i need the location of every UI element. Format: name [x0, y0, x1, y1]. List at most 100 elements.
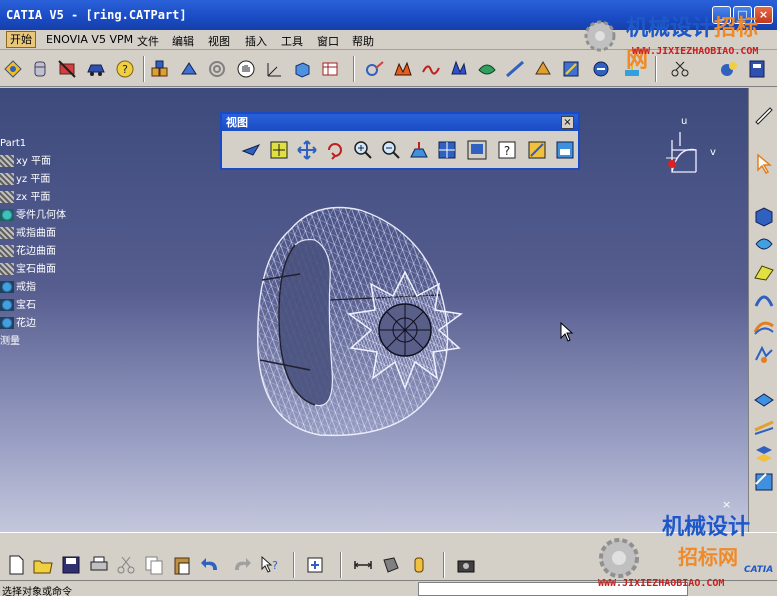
table-icon[interactable] — [318, 57, 342, 81]
menu-tools[interactable]: 工具 — [281, 33, 303, 49]
update-icon[interactable] — [303, 553, 327, 577]
multi-view-icon[interactable] — [436, 139, 460, 163]
save-icon[interactable] — [59, 553, 83, 577]
extrude-icon[interactable] — [752, 204, 776, 228]
rotate-icon[interactable] — [324, 139, 348, 163]
tree-node-zx-plane[interactable]: zx 平面 — [0, 190, 50, 206]
body-icon — [0, 299, 14, 311]
axis-icon[interactable] — [262, 57, 286, 81]
ring-model[interactable] — [240, 200, 480, 450]
tree-node-part-body[interactable]: 零件几何体 — [0, 208, 66, 224]
cut-icon[interactable] — [114, 553, 138, 577]
capture-icon[interactable] — [454, 553, 478, 577]
tree-node-lace-surface[interactable]: 花边曲面 — [0, 244, 56, 260]
view-toolbar-close-button[interactable]: × — [561, 116, 574, 129]
print-icon[interactable] — [87, 553, 111, 577]
tree-node-gem-surface[interactable]: 宝石曲面 — [0, 262, 56, 278]
watermark-bottom: 机械设计 招标网 WWW.JIXIEZHAOBIAO.COM CATIA — [592, 505, 777, 593]
3d-viewport[interactable]: Part1 xy 平面 yz 平面 zx 平面 零件几何体 戒指曲面 花边曲面 … — [0, 88, 748, 532]
box-icon[interactable] — [290, 57, 314, 81]
render-mode-icon[interactable] — [526, 139, 550, 163]
fit-all-icon[interactable] — [268, 139, 292, 163]
tree-node-yz-plane[interactable]: yz 平面 — [0, 172, 50, 188]
plane-icon — [0, 155, 14, 167]
measure-item-icon[interactable] — [379, 553, 403, 577]
paste-icon[interactable] — [170, 553, 194, 577]
menu-window[interactable]: 窗口 — [317, 33, 339, 49]
undo-icon[interactable] — [198, 553, 222, 577]
hide-show-icon[interactable]: ? — [496, 139, 520, 163]
tree-node-ring-surface[interactable]: 戒指曲面 — [0, 226, 56, 242]
pan-icon[interactable] — [296, 139, 320, 163]
zoom-out-icon[interactable] — [380, 139, 404, 163]
tree-node-part[interactable]: Part1 — [0, 136, 26, 152]
fillet-icon[interactable] — [752, 442, 776, 466]
menu-file[interactable]: 文件 — [137, 33, 159, 49]
whats-this-icon[interactable]: ? — [258, 553, 282, 577]
catia-label: CATIA — [744, 565, 774, 575]
view-toolbar-title[interactable]: 视图 — [222, 114, 578, 131]
measure-icon[interactable] — [363, 57, 387, 81]
chamfer-icon[interactable] — [752, 470, 776, 494]
menu-insert[interactable]: 插入 — [245, 33, 267, 49]
open-file-icon[interactable] — [31, 553, 55, 577]
sweep-icon[interactable] — [752, 260, 776, 284]
watermark-top: 机械设计招标网 WWW.JIXIEZHAOBIAO.COM — [580, 6, 777, 73]
tree-node-measure[interactable]: 测量 — [0, 334, 20, 350]
highlight-icon[interactable] — [531, 57, 555, 81]
toolbar-separator — [143, 56, 145, 82]
watermark-logo-icon — [584, 20, 616, 52]
right-toolbar — [748, 88, 777, 532]
body-icon — [0, 281, 14, 293]
part-body-icon[interactable] — [148, 57, 172, 81]
cut-shape-icon[interactable] — [55, 57, 79, 81]
offset-icon[interactable] — [752, 386, 776, 410]
loft-icon[interactable] — [752, 286, 776, 310]
reflect-line-icon[interactable] — [503, 57, 527, 81]
zoom-in-icon[interactable] — [352, 139, 376, 163]
surface-analysis-icon[interactable] — [391, 57, 415, 81]
watermark-bottom-url: WWW.JIXIEZHAOBIAO.COM — [598, 578, 725, 589]
compass[interactable]: u v — [652, 116, 722, 186]
svg-text:?: ? — [272, 559, 278, 572]
sketch-icon[interactable] — [1, 57, 25, 81]
geo-set-icon — [0, 227, 14, 239]
tree-node-gem[interactable]: 宝石 — [0, 298, 36, 314]
redo-icon[interactable] — [230, 553, 254, 577]
curvature-icon[interactable] — [419, 57, 443, 81]
normal-view-icon[interactable] — [408, 139, 432, 163]
view-toolbar[interactable]: 视图 × ? — [220, 112, 580, 170]
hand-icon[interactable] — [234, 57, 258, 81]
vehicle-icon[interactable] — [84, 57, 108, 81]
geo-set-icon — [0, 263, 14, 275]
menu-enovia[interactable]: ENOVIA V5 VPM — [46, 33, 133, 46]
measure-between-icon[interactable] — [351, 553, 375, 577]
blend-icon[interactable] — [752, 314, 776, 338]
tree-node-ring[interactable]: 戒指 — [0, 280, 36, 296]
menu-help[interactable]: 帮助 — [352, 33, 374, 49]
toolbar-separator — [353, 56, 355, 82]
help-what-icon[interactable]: ? — [113, 57, 137, 81]
menu-start[interactable]: 开始 — [6, 31, 36, 48]
porcupine-icon[interactable] — [447, 57, 471, 81]
toolbar-separator — [340, 552, 342, 578]
select-arrow-icon[interactable] — [752, 152, 776, 176]
new-file-icon[interactable] — [4, 553, 28, 577]
draft-analysis-icon[interactable] — [475, 57, 499, 81]
fly-mode-icon[interactable] — [240, 139, 264, 163]
tree-node-xy-plane[interactable]: xy 平面 — [0, 154, 51, 170]
pen-icon[interactable] — [752, 102, 776, 126]
fill-icon[interactable] — [752, 342, 776, 366]
menu-edit[interactable]: 编辑 — [172, 33, 194, 49]
revolve-icon[interactable] — [752, 232, 776, 256]
cylinder-icon[interactable] — [28, 57, 52, 81]
axis-system-icon[interactable] — [177, 57, 201, 81]
measure-inertia-icon[interactable] — [407, 553, 431, 577]
spiral-icon[interactable] — [205, 57, 229, 81]
menu-view[interactable]: 视图 — [208, 33, 230, 49]
quick-view-icon[interactable] — [466, 139, 490, 163]
split-icon[interactable] — [752, 414, 776, 438]
copy-icon[interactable] — [142, 553, 166, 577]
tree-node-lace[interactable]: 花边 — [0, 316, 36, 332]
swap-space-icon[interactable] — [554, 139, 578, 163]
